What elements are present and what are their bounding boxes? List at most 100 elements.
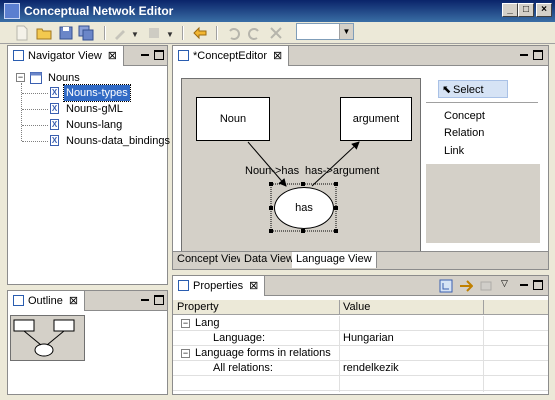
tree-connector — [22, 109, 48, 110]
toolbar-separator — [104, 26, 106, 40]
editor-bottom-tabs: Concept View Data View Language View — [173, 251, 548, 269]
minimize-panel-icon[interactable] — [519, 280, 529, 290]
new-wizard-icon[interactable] — [112, 25, 128, 41]
node-has[interactable]: has — [274, 187, 334, 229]
run-dropdown-icon[interactable]: ▼ — [166, 30, 174, 39]
minimize-panel-icon[interactable] — [519, 50, 529, 60]
edge-has-argument[interactable] — [311, 141, 360, 187]
delete-icon[interactable] — [268, 25, 284, 41]
new-file-icon[interactable] — [14, 25, 30, 41]
close-tab-icon[interactable]: ⊠ — [249, 280, 258, 292]
properties-tab-label: Properties — [193, 280, 244, 292]
maximize-panel-icon[interactable] — [533, 50, 543, 60]
node-label: argument — [352, 113, 400, 125]
close-tab-icon[interactable]: ⊠ — [69, 295, 78, 307]
zoom-combo[interactable]: ▼ — [296, 23, 354, 40]
save-icon[interactable] — [58, 25, 74, 41]
tree-label: Nouns-lang — [66, 119, 123, 131]
tab-navigator-view[interactable]: Navigator View ⊠ — [8, 46, 124, 66]
minimize-panel-icon[interactable] — [140, 295, 150, 305]
minimize-window-button[interactable]: _ — [502, 3, 518, 17]
toolbar-separator — [182, 26, 184, 40]
table-row[interactable]: − Lang — [173, 316, 548, 331]
node-label: Noun — [219, 113, 247, 125]
palette-item-relation[interactable]: Relation — [430, 124, 484, 142]
document-icon: X — [50, 135, 59, 146]
column-header-value[interactable]: Value — [343, 301, 370, 313]
back-arrow-icon[interactable] — [192, 25, 208, 41]
edge-noun-has[interactable] — [247, 141, 287, 187]
tab-concept-editor[interactable]: *ConceptEditor ⊠ — [173, 46, 290, 66]
close-tab-icon[interactable]: ⊠ — [273, 50, 282, 62]
maximize-window-button[interactable]: □ — [518, 3, 534, 17]
chevron-down-icon[interactable]: ▼ — [339, 24, 353, 39]
maximize-panel-icon[interactable] — [154, 50, 164, 60]
view-menu-icon[interactable]: ▽ — [501, 278, 508, 289]
maximize-panel-icon[interactable] — [154, 295, 164, 305]
collapse-icon[interactable]: − — [181, 319, 190, 328]
palette-select-tool[interactable]: ⬉ Select — [438, 80, 508, 98]
tab-label: Data View — [244, 253, 294, 265]
palette-item-link[interactable]: Link — [430, 142, 464, 160]
edge-label-noun-has: Noun->has — [245, 165, 300, 177]
properties-icon — [178, 280, 189, 291]
close-tab-icon[interactable]: ⊠ — [108, 50, 117, 62]
table-row — [173, 376, 548, 391]
property-name: Language forms in relations — [195, 347, 331, 359]
selection-handle[interactable] — [301, 182, 305, 186]
tab-properties[interactable]: Properties ⊠ — [173, 276, 266, 296]
node-argument[interactable]: argument — [340, 97, 412, 141]
selection-handle[interactable] — [269, 182, 273, 186]
column-divider — [339, 316, 340, 392]
node-noun[interactable]: Noun — [196, 97, 270, 141]
selection-handle[interactable] — [334, 206, 338, 210]
pointer-icon: ⬉ — [442, 84, 452, 96]
close-window-button[interactable]: × — [536, 3, 552, 17]
property-name: All relations: — [213, 362, 273, 374]
filter-icon[interactable] — [459, 279, 473, 293]
tab-language-view[interactable]: Language View — [292, 252, 377, 268]
selection-handle[interactable] — [334, 182, 338, 186]
outline-tabbar: Outline ⊠ — [8, 291, 167, 311]
selection-handle[interactable] — [301, 229, 305, 233]
run-icon[interactable] — [146, 25, 162, 41]
selection-handle[interactable] — [334, 229, 338, 233]
redo-icon[interactable] — [246, 25, 262, 41]
minimize-panel-icon[interactable] — [140, 50, 150, 60]
property-value[interactable]: Hungarian — [343, 331, 394, 346]
tree-connector — [21, 83, 22, 141]
selection-handle[interactable] — [269, 206, 273, 210]
open-folder-icon[interactable] — [36, 25, 52, 41]
tree-connector — [22, 125, 48, 126]
navigator-icon — [13, 50, 24, 61]
column-divider[interactable] — [483, 300, 484, 314]
column-header-property[interactable]: Property — [177, 301, 219, 313]
navigator-tree: − Nouns X Nouns-types X Nouns-gML X Noun… — [8, 68, 170, 268]
tree-label: Nouns-data_bindings — [66, 135, 170, 147]
table-row[interactable]: Language: Hungarian — [173, 331, 548, 346]
undo-icon[interactable] — [226, 25, 242, 41]
tab-concept-view[interactable]: Concept View — [173, 252, 250, 268]
tab-data-view[interactable]: Data View — [240, 252, 299, 268]
save-all-icon[interactable] — [78, 25, 94, 41]
property-value[interactable]: rendelkezik — [343, 361, 399, 376]
collapse-icon[interactable]: − — [16, 73, 25, 82]
table-row[interactable]: − Language forms in relations — [173, 346, 548, 361]
column-divider[interactable] — [339, 300, 340, 314]
document-icon: X — [50, 87, 59, 98]
restore-default-icon[interactable] — [479, 279, 493, 293]
outline-thumbnail[interactable] — [10, 315, 85, 361]
table-row[interactable]: All relations: rendelkezik — [173, 361, 548, 376]
new-wizard-dropdown-icon[interactable]: ▼ — [131, 30, 139, 39]
selection-handle[interactable] — [269, 229, 273, 233]
palette-empty-area — [426, 164, 540, 243]
tab-outline[interactable]: Outline ⊠ — [8, 291, 86, 311]
collapse-icon[interactable]: − — [181, 349, 190, 358]
diagram-canvas[interactable]: Noun argument has Noun->has has->argumen… — [181, 78, 421, 253]
categories-icon[interactable] — [439, 279, 453, 293]
palette: ⬉ Select Concept Relation Link — [426, 78, 540, 243]
tree-label: Nouns-types — [63, 84, 131, 102]
palette-item-concept[interactable]: Concept — [430, 107, 485, 125]
tree-label: Nouns — [48, 72, 80, 84]
maximize-panel-icon[interactable] — [533, 280, 543, 290]
